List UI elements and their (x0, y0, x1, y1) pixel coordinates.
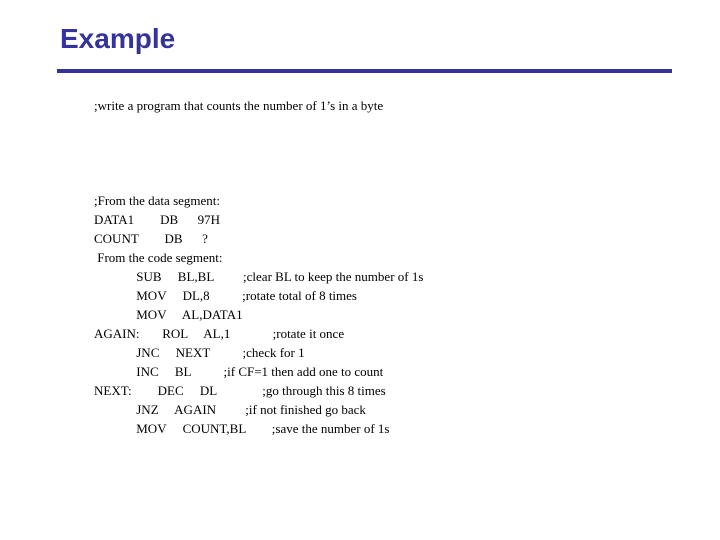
code-segment-header: From the code segment: (94, 250, 223, 265)
title-divider (57, 69, 672, 73)
data-line-data1: DATA1 DB 97H (94, 212, 221, 227)
data-segment-header: ;From the data segment: (94, 193, 221, 208)
data-line-count: COUNT DB ? (94, 231, 208, 246)
intro-comment-line: ;write a program that counts the number … (94, 98, 384, 113)
page-title: Example (60, 23, 176, 54)
slide-canvas: Example ;write a program that counts the… (0, 0, 720, 540)
assembly-code-block: SUB BL,BL ;clear BL to keep the number o… (94, 269, 424, 436)
slide-body: ;write a program that counts the number … (94, 96, 674, 438)
